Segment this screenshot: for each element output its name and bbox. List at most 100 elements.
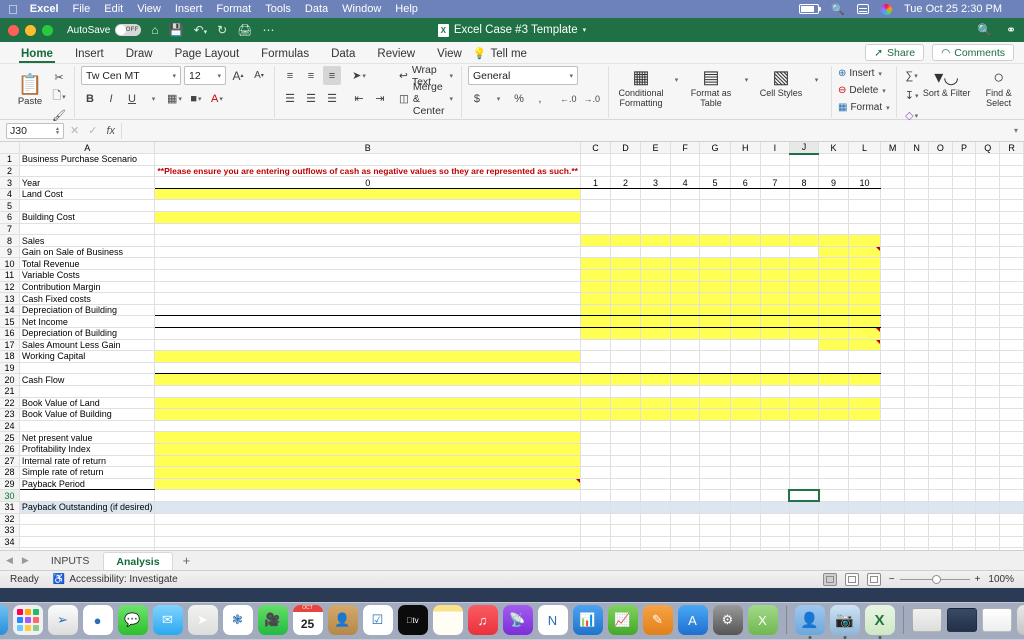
cell-F26[interactable] — [670, 443, 701, 456]
cell-O10[interactable] — [928, 257, 953, 271]
cell-J2[interactable] — [789, 165, 820, 178]
cell-L33[interactable] — [848, 524, 882, 537]
cell-C33[interactable] — [580, 524, 612, 537]
cell-R6[interactable] — [999, 211, 1024, 224]
cell-M13[interactable] — [880, 292, 906, 305]
cell-R32[interactable] — [999, 513, 1024, 526]
cell-R1[interactable] — [999, 153, 1024, 166]
cell-G33[interactable] — [699, 524, 731, 537]
cell-B15[interactable] — [154, 315, 581, 328]
cell-G4[interactable] — [699, 188, 731, 201]
menu-item-view[interactable]: View — [137, 3, 161, 15]
cell-F33[interactable] — [670, 524, 701, 537]
cell-R29[interactable] — [999, 478, 1024, 491]
menu-item-format[interactable]: Format — [216, 3, 251, 15]
cell-F4[interactable] — [670, 188, 701, 201]
cell-I15[interactable] — [760, 315, 790, 328]
cell-M31[interactable] — [880, 501, 906, 514]
cell-F18[interactable] — [670, 350, 701, 363]
paste-button[interactable]: 📋 Paste — [10, 66, 50, 116]
row-label-1[interactable]: Business Purchase Scenario — [19, 153, 156, 166]
cell-Q19[interactable] — [975, 362, 1001, 375]
cell-C26[interactable] — [580, 443, 612, 456]
cell-K23[interactable] — [818, 408, 849, 421]
cell-M19[interactable] — [880, 362, 906, 375]
dock-icon-podcasts[interactable]: 📡 — [502, 605, 533, 635]
cell-R5[interactable] — [999, 199, 1024, 213]
dock-icon-trash[interactable]: 🗑 — [1016, 605, 1024, 635]
cell-K33[interactable] — [818, 524, 849, 537]
cell-C5[interactable] — [580, 199, 612, 213]
align-top-button[interactable]: ≡ — [281, 66, 299, 85]
cell-C2[interactable] — [580, 165, 612, 178]
cell-K9[interactable] — [818, 246, 849, 259]
share-button[interactable]: ➚ Share — [865, 44, 925, 61]
cell-I13[interactable] — [760, 292, 790, 305]
table-row[interactable]: 34 — [0, 536, 1024, 549]
cell-P11[interactable] — [952, 269, 977, 282]
cell-I20[interactable] — [760, 373, 790, 386]
cell-N25[interactable] — [904, 431, 929, 444]
tab-insert[interactable]: Insert — [64, 48, 115, 63]
cell-P4[interactable] — [952, 188, 977, 201]
row-header-28[interactable]: 28 — [0, 466, 20, 479]
cell-F29[interactable] — [670, 478, 701, 491]
cell-K20[interactable] — [818, 373, 849, 386]
cell-K11[interactable] — [818, 269, 849, 282]
cell-F9[interactable] — [670, 246, 701, 259]
cell-N1[interactable] — [904, 153, 929, 166]
cell-G28[interactable] — [699, 466, 731, 479]
underline-button[interactable]: U — [123, 89, 141, 108]
cell-I12[interactable] — [760, 280, 790, 294]
tab-view[interactable]: View — [426, 48, 473, 63]
cell-I27[interactable] — [760, 455, 790, 468]
sheet-tab-analysis[interactable]: Analysis — [103, 551, 173, 570]
cell-D19[interactable] — [610, 362, 642, 375]
cell-M3[interactable] — [880, 176, 906, 189]
cell-P25[interactable] — [952, 431, 977, 444]
cell-B13[interactable] — [154, 292, 581, 305]
cell-P27[interactable] — [952, 455, 977, 468]
row-label-10[interactable]: Total Revenue — [19, 257, 156, 271]
cell-O34[interactable] — [928, 536, 953, 549]
close-window-button[interactable] — [8, 24, 19, 36]
cell-P14[interactable] — [952, 304, 977, 317]
normal-view-button[interactable] — [822, 573, 837, 586]
cell-E16[interactable] — [640, 327, 671, 340]
table-row[interactable]: 1 Business Purchase Scenario — [0, 153, 1024, 166]
cell-K13[interactable] — [818, 292, 849, 305]
cell-M14[interactable] — [880, 304, 906, 317]
cell-M30[interactable] — [880, 489, 906, 502]
cell-G17[interactable] — [699, 339, 731, 352]
table-row[interactable]: 6 Building Cost — [0, 211, 1024, 224]
cell-E5[interactable] — [640, 199, 671, 213]
cell-L27[interactable] — [848, 455, 882, 468]
find-select-button[interactable]: ○ Find & Select — [973, 66, 1024, 108]
cell-I35[interactable] — [760, 547, 790, 550]
cell-B4[interactable] — [154, 188, 581, 201]
cell-C9[interactable] — [580, 246, 612, 259]
cell-N26[interactable] — [904, 443, 929, 456]
cell-N12[interactable] — [904, 281, 929, 294]
cell-K10[interactable] — [818, 257, 849, 271]
cell-N28[interactable] — [904, 466, 929, 479]
table-row[interactable]: 17 Sales Amount Less Gain — [0, 339, 1024, 352]
cell-F25[interactable] — [670, 431, 701, 444]
cell-J16[interactable] — [789, 327, 820, 340]
cell-N16[interactable] — [904, 327, 929, 340]
cell-C13[interactable] — [580, 292, 612, 305]
cell-G32[interactable] — [699, 513, 731, 526]
cell-F3[interactable]: 4 — [670, 176, 701, 189]
cell-H12[interactable] — [730, 280, 761, 294]
cell-K7[interactable] — [818, 223, 849, 236]
dock-minimized-window-1[interactable] — [911, 608, 942, 632]
cell-G23[interactable] — [699, 408, 731, 421]
row-header-24[interactable]: 24 — [0, 420, 20, 433]
cell-I23[interactable] — [760, 408, 790, 421]
cell-Q8[interactable] — [975, 234, 1001, 247]
cell-L26[interactable] — [848, 443, 882, 456]
cell-R28[interactable] — [999, 466, 1024, 479]
dock-icon-pages[interactable]: ✎ — [642, 605, 673, 635]
cell-C7[interactable] — [580, 223, 612, 236]
cell-I3[interactable]: 7 — [760, 176, 790, 189]
